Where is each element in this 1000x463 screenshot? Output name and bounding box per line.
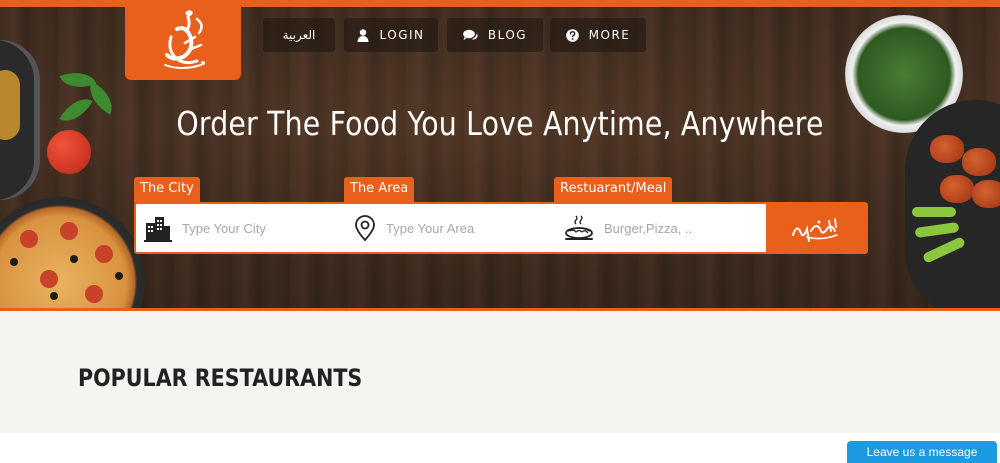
pizza-image <box>0 197 145 311</box>
meal-label: Restuarant/Meal <box>554 177 673 203</box>
bird-calligraphy-logo-icon <box>164 10 205 69</box>
meal-field <box>556 204 766 252</box>
pizza-topping <box>60 222 78 240</box>
pizza-topping <box>70 255 78 263</box>
meal-input[interactable] <box>604 220 754 236</box>
search-bar <box>134 202 868 254</box>
site-logo[interactable] <box>125 0 241 80</box>
hero-divider <box>0 308 1000 311</box>
chicken-wing-image <box>962 148 996 176</box>
pizza-topping <box>115 272 123 280</box>
pizza-topping <box>10 258 18 266</box>
arabic-calligraphy-search-icon <box>792 218 838 242</box>
food-image <box>0 70 20 140</box>
city-label: The City <box>134 177 200 203</box>
area-label: The Area <box>344 177 415 203</box>
question-circle-icon <box>565 28 579 42</box>
pizza-topping <box>85 285 103 303</box>
pizza-topping <box>50 292 58 300</box>
leave-message-chat-button[interactable]: Leave us a message <box>847 441 997 463</box>
chicken-wing-image <box>940 175 974 203</box>
nav-arabic-label: العربية <box>282 28 316 42</box>
pizza-topping <box>95 245 113 263</box>
nav-blog-button[interactable]: BLOG <box>447 18 543 52</box>
user-icon <box>357 28 369 42</box>
hero-title: Order The Food You Love Anytime, Anywher… <box>176 104 824 143</box>
nav-login-button[interactable]: LOGIN <box>344 18 438 52</box>
city-input[interactable] <box>182 220 332 236</box>
pizza-topping <box>20 230 38 248</box>
area-field <box>346 204 556 252</box>
chicken-wing-image <box>972 180 1000 208</box>
nav-more-label: MORE <box>588 28 631 42</box>
popular-restaurants-section: POPULAR RESTAURANTS <box>0 311 1000 433</box>
chicken-wing-image <box>930 135 964 163</box>
nav-more-button[interactable]: MORE <box>550 18 646 52</box>
nav-login-label: LOGIN <box>379 28 425 42</box>
nav-blog-label: BLOG <box>487 28 528 42</box>
nav-arabic-language[interactable]: العربية <box>263 18 335 52</box>
celery-image <box>912 207 956 217</box>
pizza-topping <box>40 270 58 288</box>
search-button[interactable] <box>766 204 866 252</box>
city-field <box>136 204 346 252</box>
comments-icon <box>463 29 478 40</box>
popular-restaurants-title: POPULAR RESTAURANTS <box>78 364 363 392</box>
area-input[interactable] <box>386 220 536 236</box>
chat-label: Leave us a message <box>866 445 978 459</box>
food-plate-icon <box>565 215 593 240</box>
city-buildings-icon <box>144 217 172 242</box>
map-pin-icon <box>355 215 375 242</box>
